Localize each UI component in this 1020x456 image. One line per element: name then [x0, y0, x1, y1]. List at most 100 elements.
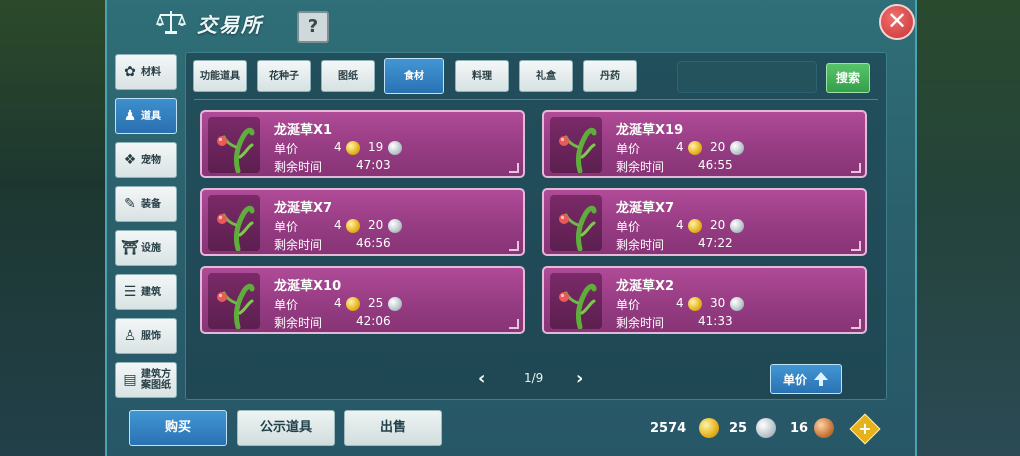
- time-label: 剩余时间: [274, 160, 323, 174]
- listing-card[interactable]: 龙涎草X10 单价 4 25 剩余时间 42:06: [200, 266, 525, 334]
- plus-icon: +: [858, 419, 872, 438]
- bronze-balance: 16: [790, 421, 809, 436]
- sidebar-item-buildings[interactable]: ☰ 建筑: [115, 274, 177, 310]
- gold-balance: 2574: [650, 421, 687, 436]
- gold-coin-icon: [688, 141, 702, 155]
- sidebar-item-label: 建筑方案图纸: [141, 369, 171, 391]
- card-corner-mark: [509, 241, 519, 251]
- price-silver-value: 30: [710, 296, 726, 310]
- price-gold-value: 4: [676, 296, 684, 310]
- gold-coin-icon: [688, 297, 702, 311]
- sidebar-item-label: 材料: [141, 66, 161, 78]
- item-thumbnail: [550, 273, 602, 329]
- listing-panel: 功能道具 花种子 图纸 食材 料理 礼盒 丹药 搜索 龙涎草X1 单价 4 19 剩余时…: [185, 52, 887, 400]
- silver-coin-icon: [388, 219, 402, 233]
- game-backdrop-right: [910, 0, 1020, 456]
- clothing-icon: ♙: [123, 328, 137, 344]
- previous-page-button[interactable]: ‹: [478, 368, 485, 389]
- price-gold-value: 4: [676, 140, 684, 154]
- listing-card[interactable]: 龙涎草X19 单价 4 20 剩余时间 46:55: [542, 110, 867, 178]
- buy-button[interactable]: 购买: [129, 410, 227, 446]
- silver-balance: 25: [729, 421, 748, 436]
- price-gold-value: 4: [676, 218, 684, 232]
- bronze-coin-icon: [814, 418, 834, 438]
- item-thumbnail: [208, 117, 260, 173]
- silver-coin-icon: [388, 141, 402, 155]
- sidebar-item-facilities[interactable]: ⛩ 设施: [115, 230, 177, 266]
- help-button[interactable]: ?: [297, 11, 329, 43]
- tab-divider: [194, 99, 878, 100]
- price-silver-value: 25: [368, 296, 384, 310]
- price-label: 单价: [616, 220, 641, 234]
- herb-plant-icon: [217, 205, 255, 251]
- tab-ingredients[interactable]: 食材: [384, 58, 444, 94]
- sidebar-item-label: 建筑: [141, 286, 161, 298]
- sidebar-item-clothing[interactable]: ♙ 服饰: [115, 318, 177, 354]
- sort-by-price-button[interactable]: 单价: [770, 364, 842, 394]
- card-corner-mark: [851, 319, 861, 329]
- sort-arrow-up-icon: [814, 372, 828, 386]
- listing-card[interactable]: 龙涎草X2 单价 4 30 剩余时间 41:33: [542, 266, 867, 334]
- price-label: 单价: [616, 142, 641, 156]
- gold-coin-icon: [346, 141, 360, 155]
- sidebar-item-label: 设施: [141, 242, 161, 254]
- remaining-time: 42:06: [356, 314, 391, 328]
- item-thumbnail: [208, 195, 260, 251]
- herb-plant-icon: [559, 127, 597, 173]
- sidebar-item-label: 道具: [141, 110, 161, 122]
- sidebar-item-blueprints[interactable]: ▤ 建筑方案图纸: [115, 362, 177, 398]
- listing-card[interactable]: 龙涎草X1 单价 4 19 剩余时间 47:03: [200, 110, 525, 178]
- sidebar-item-items[interactable]: ♟ 道具: [115, 98, 177, 134]
- price-silver-value: 20: [710, 140, 726, 154]
- sidebar-item-pets[interactable]: ❖ 宠物: [115, 142, 177, 178]
- price-silver-value: 20: [368, 218, 384, 232]
- price-gold-value: 4: [334, 140, 342, 154]
- sell-button[interactable]: 出售: [344, 410, 442, 446]
- gold-coin-icon: [699, 418, 719, 438]
- item-thumbnail: [550, 195, 602, 251]
- gold-coin-icon: [346, 219, 360, 233]
- tab-blueprints[interactable]: 图纸: [321, 60, 375, 92]
- item-name: 龙涎草X2: [616, 279, 675, 294]
- time-label: 剩余时间: [274, 238, 323, 252]
- sidebar-item-equipment[interactable]: ✎ 装备: [115, 186, 177, 222]
- herb-plant-icon: [217, 283, 255, 329]
- next-page-button[interactable]: ›: [576, 368, 583, 389]
- public-items-button[interactable]: 公示道具: [237, 410, 335, 446]
- silver-coin-icon: [730, 297, 744, 311]
- paw-icon: ❖: [123, 152, 137, 168]
- tab-function-items[interactable]: 功能道具: [193, 60, 247, 92]
- card-corner-mark: [851, 163, 861, 173]
- gold-coin-icon: [688, 219, 702, 233]
- card-corner-mark: [851, 241, 861, 251]
- price-silver-value: 20: [710, 218, 726, 232]
- sidebar-item-materials[interactable]: ✿ 材料: [115, 54, 177, 90]
- herb-plant-icon: [559, 283, 597, 329]
- materials-icon: ✿: [124, 64, 136, 80]
- listing-card[interactable]: 龙涎草X7 单价 4 20 剩余时间 47:22: [542, 188, 867, 256]
- add-currency-button[interactable]: +: [849, 413, 881, 445]
- game-backdrop-left: [0, 0, 105, 456]
- item-name: 龙涎草X7: [616, 201, 675, 216]
- page-indicator: 1/9: [524, 371, 544, 385]
- scale-icon: [155, 11, 187, 34]
- tab-gift-box[interactable]: 礼盒: [519, 60, 573, 92]
- sidebar-item-label: 装备: [141, 198, 161, 210]
- herb-plant-icon: [217, 127, 255, 173]
- card-corner-mark: [509, 163, 519, 173]
- search-input[interactable]: [677, 61, 817, 93]
- listing-card[interactable]: 龙涎草X7 单价 4 20 剩余时间 46:56: [200, 188, 525, 256]
- tab-pills[interactable]: 丹药: [583, 60, 637, 92]
- building-icon: ☰: [123, 284, 137, 300]
- price-label: 单价: [616, 298, 641, 312]
- price-gold-value: 4: [334, 296, 342, 310]
- close-button[interactable]: ✕: [879, 4, 915, 40]
- search-button[interactable]: 搜索: [826, 63, 870, 93]
- item-thumbnail: [208, 273, 260, 329]
- item-icon: ♟: [123, 108, 137, 124]
- item-name: 龙涎草X19: [616, 123, 684, 138]
- tab-cooking[interactable]: 料理: [455, 60, 509, 92]
- sort-label: 单价: [782, 372, 807, 387]
- silver-coin-icon: [730, 219, 744, 233]
- tab-flower-seeds[interactable]: 花种子: [257, 60, 311, 92]
